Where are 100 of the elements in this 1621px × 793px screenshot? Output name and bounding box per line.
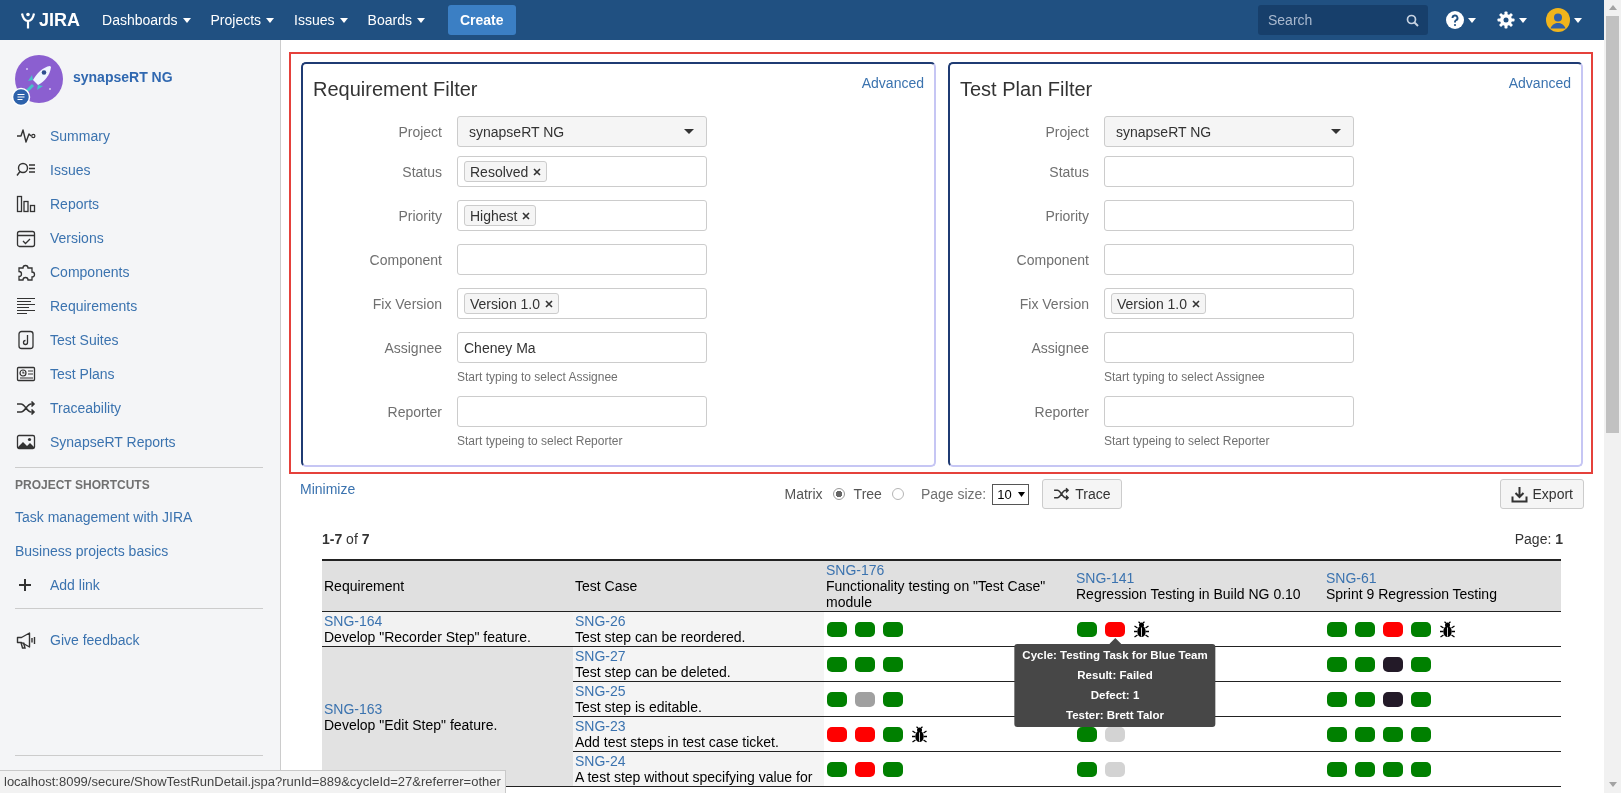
nav-menu[interactable]: Boards [357,0,435,40]
radio-button[interactable] [891,488,904,500]
column-header: Test Case [573,560,824,612]
test-run-status-icon[interactable] [1383,656,1403,672]
remove-icon[interactable] [533,167,542,176]
tag-field[interactable] [1104,244,1354,275]
status-bar-url: localhost:8099/secure/ShowTestRunDetail.jspa?runId=889&cycleId=27&referrer=other [0,770,506,793]
issue-summary: Develop "Recorder Step" feature. [324,629,531,645]
radio-label[interactable]: Tree [853,486,882,502]
text-field[interactable] [1104,396,1354,427]
add-link[interactable]: Add link [0,568,100,602]
panel-title: Test Plan Filter [960,77,1093,101]
sidebar-item[interactable]: Summary [0,119,280,153]
issue-link[interactable]: SNG-141 [1076,570,1135,586]
logo-link[interactable]: JIRA [20,9,80,31]
shuffle-icon [1053,487,1071,501]
document-icon [16,330,36,350]
radio-button[interactable] [832,488,845,500]
shortcut-link[interactable]: Business projects basics [0,534,169,568]
filter-tag[interactable]: Version 1.0 [464,293,560,314]
sidebar-item[interactable]: Test Plans [0,357,280,391]
select-field[interactable]: synapseRT NG [457,116,707,147]
search-icon[interactable] [1406,14,1419,27]
issue-link[interactable]: SNG-23 [575,718,626,734]
remove-icon[interactable] [1192,299,1201,308]
sidebar-item[interactable]: Components [0,255,280,289]
issue-link[interactable]: SNG-176 [826,562,885,578]
radio-label[interactable]: Matrix [784,486,823,502]
field-label: Assignee [384,339,442,356]
filter-tag[interactable]: Highest [464,205,537,226]
scrollbar-thumb[interactable] [1606,16,1619,433]
profile-menu-button[interactable] [1546,5,1582,35]
download-icon [1510,485,1528,503]
sidebar-item[interactable]: Test Suites [0,323,280,357]
test-run-status-icon[interactable] [1383,691,1403,707]
caret-icon [684,129,694,134]
tag-field[interactable] [1104,200,1354,231]
bug-icon[interactable] [1439,620,1456,638]
issue-link[interactable]: SNG-164 [324,613,383,629]
plus-icon [19,579,31,591]
issue-link[interactable]: SNG-163 [324,700,383,717]
remove-icon[interactable] [522,211,531,220]
export-button[interactable]: Export [1499,479,1584,509]
tag-field[interactable]: Resolved [457,156,707,187]
sidebar-item[interactable]: Reports [0,187,280,221]
feedback-link[interactable]: Give feedback [0,623,140,657]
nav-menu[interactable]: Dashboards [92,0,201,40]
field-label: Project [1045,123,1089,140]
advanced-link[interactable]: Advanced [1508,73,1571,93]
page-size-select[interactable]: 10 [992,483,1030,505]
avatar-icon [1546,8,1570,32]
page-indicator: Page: 1 [1514,530,1563,549]
remove-icon[interactable] [545,299,554,308]
tooltip-line: Cycle: Testing Task for Blue Team [1022,647,1208,663]
sidebar-item[interactable]: Traceability [0,391,280,425]
box-check-icon [16,228,36,248]
bug-icon[interactable] [911,725,928,743]
tag-field[interactable]: Version 1.0 [1104,288,1354,319]
tag-field[interactable] [1104,156,1354,187]
caret-icon [1331,129,1341,134]
search-field[interactable]: Search [1258,5,1428,35]
tag-field[interactable] [457,244,707,275]
field-label: Project [398,123,442,140]
text-lines-icon [16,296,36,316]
project-avatar-icon[interactable] [12,55,64,107]
text-field[interactable] [457,396,707,427]
column-title: Sprint 9 Regression Testing [1326,586,1497,602]
issue-link[interactable]: SNG-25 [575,683,626,699]
project-name[interactable]: synapseRT NG [73,67,173,87]
advanced-link[interactable]: Advanced [861,73,924,93]
issue-link[interactable]: SNG-24 [575,753,626,769]
select-field[interactable]: synapseRT NG [1104,116,1354,147]
settings-icon [1497,11,1515,29]
create-button[interactable]: Create [447,5,516,35]
sidebar-item[interactable]: Requirements [0,289,280,323]
issue-link[interactable]: SNG-26 [575,613,626,629]
trace-button[interactable]: Trace [1042,479,1122,509]
issue-link[interactable]: SNG-61 [1326,570,1377,586]
tag-field[interactable]: Version 1.0 [457,288,707,319]
nav-menu[interactable]: Projects [200,0,285,40]
sidebar-item[interactable]: Versions [0,221,280,255]
caret-icon [339,17,348,23]
issue-link[interactable]: SNG-27 [575,648,626,664]
caret-icon [1519,17,1527,23]
shortcut-link[interactable]: Task management with JIRA [0,500,193,534]
bar-chart-icon [16,194,36,214]
field-label: Fix Version [1019,295,1089,312]
minimize-link[interactable]: Minimize [300,479,356,499]
sidebar-item[interactable]: Issues [0,153,280,187]
field-label: Assignee [1031,339,1089,356]
filter-tag[interactable]: Resolved [464,161,548,182]
field-label: Priority [398,207,442,224]
tag-field[interactable]: Highest [457,200,707,231]
puzzle-icon [16,262,36,282]
sidebar-item[interactable]: SynapseRT Reports [0,425,280,459]
filter-tag[interactable]: Version 1.0 [1111,293,1207,314]
text-field[interactable]: Cheney Ma [457,332,707,363]
bug-icon[interactable] [1133,620,1150,638]
text-field[interactable] [1104,332,1354,363]
nav-menu[interactable]: Issues [284,0,358,40]
